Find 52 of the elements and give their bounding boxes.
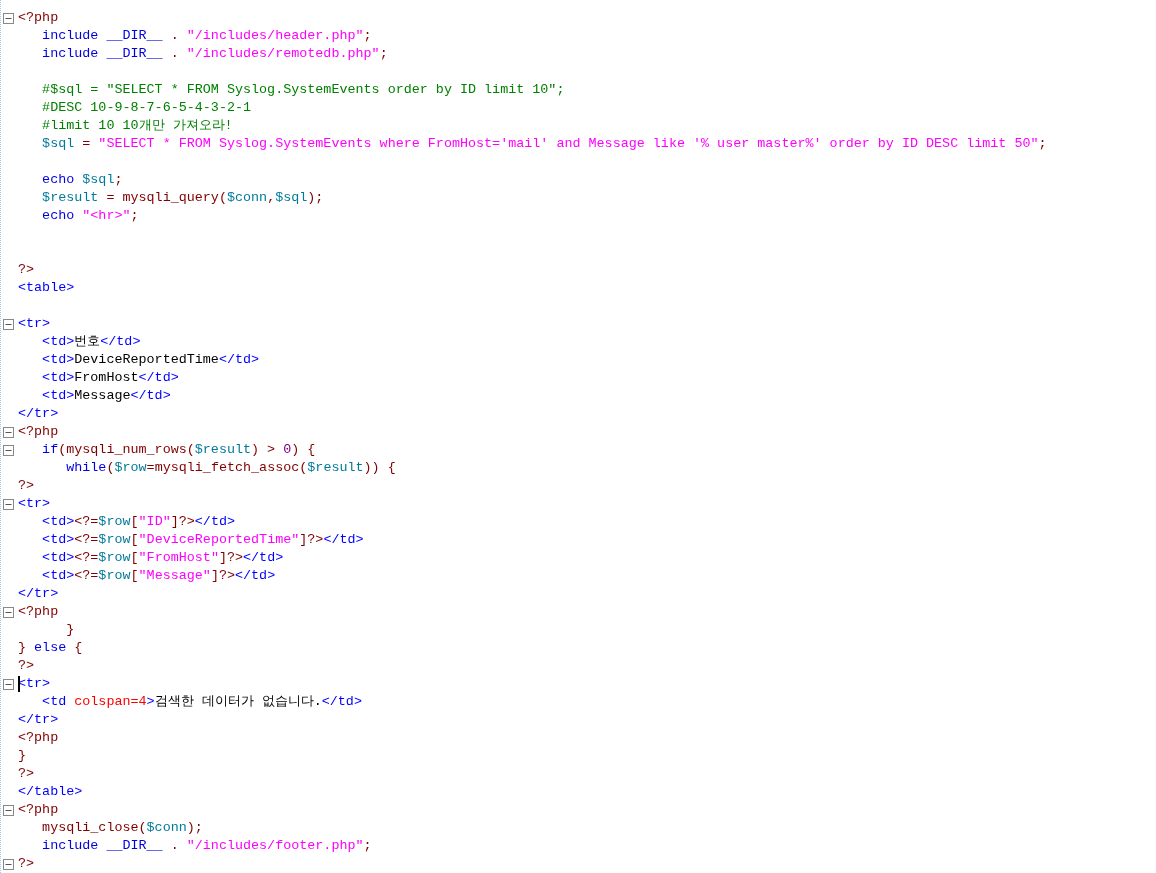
code-line: while($row=mysqli_fetch_assoc($result)) { (65, 459, 396, 477)
collapse-icon[interactable] (3, 426, 14, 438)
code-line: <td>번호</td> (41, 333, 141, 351)
code-line: <td><?=$row["DeviceReportedTime"]?></td> (41, 531, 364, 549)
code-line: ?> (18, 657, 35, 675)
code-line: <tr> (18, 315, 51, 333)
code-line: <tr> (18, 675, 51, 693)
code-line: <?php (18, 9, 59, 27)
code-line: <?php (18, 603, 59, 621)
code-line: <tr> (18, 495, 51, 513)
code-line: if(mysqli_num_rows($result) > 0) { (41, 441, 316, 459)
code-line: </table> (18, 783, 83, 801)
code-line: #limit 10 10개만 가져오라! (41, 117, 233, 135)
code-line: ?> (18, 477, 35, 495)
collapse-icon[interactable] (3, 318, 14, 330)
code-line: } (18, 747, 27, 765)
code-line: <td>FromHost</td> (41, 369, 179, 387)
code-line: <?php (18, 729, 59, 747)
code-line: <td colspan=4>검색한 데이터가 없습니다.</td> (41, 693, 362, 711)
collapse-icon[interactable] (3, 678, 14, 690)
code-line: include __DIR__ . "/includes/remotedb.php"; (41, 45, 388, 63)
code-line: ?> (18, 765, 35, 783)
code-line: include __DIR__ . "/includes/footer.php"; (41, 837, 372, 855)
collapse-icon[interactable] (3, 498, 14, 510)
code-line: include __DIR__ . "/includes/header.php"; (41, 27, 372, 45)
code-line: <td>Message</td> (41, 387, 171, 405)
code-line: echo $sql; (41, 171, 123, 189)
code-line: </tr> (18, 711, 59, 729)
collapse-icon[interactable] (3, 804, 14, 816)
code-line: <td>DeviceReportedTime</td> (41, 351, 260, 369)
code-line: } else { (18, 639, 83, 657)
collapse-icon[interactable] (3, 12, 14, 24)
code-line: <td><?=$row["FromHost"]?></td> (41, 549, 284, 567)
code-line: $sql = "SELECT * FROM Syslog.SystemEvents where FromHost='mail' and Message like '% user master%' order by ID DESC limit 50"; (41, 135, 1047, 153)
code-line: ?> (18, 855, 35, 873)
code-line: <td><?=$row["ID"]?></td> (41, 513, 235, 531)
collapse-icon[interactable] (3, 858, 14, 870)
collapse-icon[interactable] (3, 606, 14, 618)
code-line: mysqli_close($conn); (41, 819, 203, 837)
code-line: echo "<hr>"; (41, 207, 139, 225)
code-line: $result = mysqli_query($conn,$sql); (41, 189, 324, 207)
code-line: </tr> (18, 405, 59, 423)
code-line: #$sql = "SELECT * FROM Syslog.SystemEvents order by ID limit 10"; (41, 81, 565, 99)
code-line: <?php (18, 801, 59, 819)
code-line: </tr> (18, 585, 59, 603)
code-line: ?> (18, 261, 35, 279)
collapse-icon[interactable] (3, 444, 14, 456)
code-line: #DESC 10-9-8-7-6-5-4-3-2-1 (41, 99, 252, 117)
code-line: <?php (18, 423, 59, 441)
code-line: <table> (18, 279, 75, 297)
code-line: <td><?=$row["Message"]?></td> (41, 567, 276, 585)
code-line: } (65, 621, 75, 639)
